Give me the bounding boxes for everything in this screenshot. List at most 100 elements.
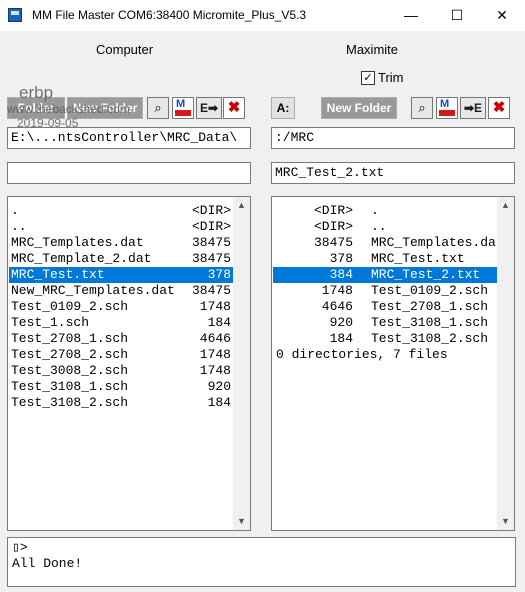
left-search-button[interactable]: ⌕	[147, 97, 169, 119]
file-name: ..	[11, 219, 27, 234]
magnifier-icon: ⌕	[154, 100, 162, 115]
title-bar: MM File Master COM6:38400 Micromite_Plus…	[0, 0, 525, 31]
file-name: MRC_Templates.dat	[11, 235, 144, 250]
right-file-row[interactable]: Test_2708_1.sch 4646	[273, 299, 497, 315]
file-name: Test_1.sch	[11, 315, 90, 330]
close-button[interactable]: ✕	[479, 0, 525, 31]
right-path-field[interactable]: :/MRC	[271, 127, 515, 149]
left-file-row[interactable]: Test_2708_2.sch 1748	[9, 347, 233, 363]
right-transfer-button[interactable]: ➡E	[460, 97, 486, 119]
file-name: Test_3108_1.sch	[11, 379, 129, 394]
left-transfer-button[interactable]: E➡	[196, 97, 222, 119]
left-file-row[interactable]: MRC_Templates.dat 38475	[9, 235, 233, 251]
right-file-row[interactable]: MRC_Test_2.txt 384	[273, 267, 497, 283]
file-name: MRC_Template_2.dat	[11, 251, 152, 266]
left-file-row[interactable]: MRC_Test.txt 378	[9, 267, 233, 283]
file-name: MRC_Test_2.txt	[371, 267, 481, 282]
transfer-arrow-icon: E➡	[199, 101, 219, 115]
left-file-row[interactable]: New_MRC_Templates.dat 38475	[9, 283, 233, 299]
maximite-file-list[interactable]: . <DIR>.. <DIR> MRC_Templates.dat 38475 MRC_T…	[271, 196, 515, 531]
watermark-date: 2019-09-05	[17, 116, 79, 130]
right-delete-button[interactable]: ✖	[488, 97, 510, 119]
file-size: 184	[207, 395, 231, 410]
trim-label: Trim	[378, 70, 404, 85]
file-name: .	[11, 203, 19, 218]
computer-file-list[interactable]: . <DIR>.. <DIR> MRC_Templates.dat 38475 MRC_T…	[7, 196, 251, 531]
left-file-row[interactable]: MRC_Template_2.dat 38475	[9, 251, 233, 267]
file-size: 378	[207, 267, 231, 282]
mm-icon: M	[176, 98, 186, 110]
file-size: 920	[329, 315, 353, 330]
left-file-row[interactable]: Test_3008_2.sch 1748	[9, 363, 233, 379]
left-file-row[interactable]: .. <DIR>	[9, 219, 233, 235]
transfer-arrow-icon: ➡E	[463, 101, 483, 115]
right-scrollbar[interactable]: ▲ ▼	[497, 197, 514, 530]
left-file-row[interactable]: . <DIR>	[9, 203, 233, 219]
file-size: 38475	[313, 235, 353, 250]
delete-x-icon: ✖	[492, 99, 506, 116]
right-file-row[interactable]: Test_3108_1.sch 920	[273, 315, 497, 331]
file-size: <DIR>	[313, 219, 353, 234]
left-path-field[interactable]: E:\...ntsController\MRC_Data\	[7, 127, 251, 149]
right-file-row[interactable]: MRC_Templates.dat 38475	[273, 235, 504, 251]
left-filename-field[interactable]	[7, 162, 251, 184]
console-message: All Done!	[12, 556, 83, 571]
scroll-down-icon[interactable]: ▼	[497, 513, 514, 530]
console-output[interactable]: ▯> All Done!	[7, 537, 516, 587]
right-filename-field[interactable]: MRC_Test_2.txt	[271, 162, 515, 184]
scroll-down-icon[interactable]: ▼	[233, 513, 250, 530]
file-name: Test_2708_1.sch	[11, 331, 129, 346]
maximize-button[interactable]: ☐	[434, 0, 480, 31]
file-size: 38475	[191, 251, 231, 266]
minimize-button[interactable]: —	[388, 0, 434, 31]
file-name: Test_3108_1.sch	[371, 315, 489, 330]
file-size: 1748	[199, 347, 231, 362]
file-size: <DIR>	[191, 219, 231, 234]
right-file-row[interactable]: MRC_Test.txt 378	[273, 251, 497, 267]
right-file-row[interactable]: .. <DIR>	[273, 219, 497, 235]
file-name: MRC_Test.txt	[11, 267, 105, 282]
left-file-row[interactable]: Test_2708_1.sch 4646	[9, 331, 233, 347]
file-size: 384	[329, 267, 353, 282]
file-size: 4646	[199, 331, 231, 346]
right-new-folder-button[interactable]: New Folder	[321, 97, 397, 119]
left-mm-button[interactable]: M	[172, 97, 194, 119]
file-size: <DIR>	[313, 203, 353, 218]
magnifier-icon: ⌕	[418, 100, 426, 115]
file-summary: 0 directories, 7 files	[276, 347, 448, 362]
watermark-site: www.thebackshed.com	[7, 102, 130, 116]
left-file-row[interactable]: Test_0109_2.sch 1748	[9, 299, 233, 315]
right-mm-button[interactable]: M	[436, 97, 458, 119]
file-size: 184	[207, 315, 231, 330]
scroll-up-icon[interactable]: ▲	[497, 197, 514, 214]
right-file-row[interactable]: Test_3108_2.sch 184	[273, 331, 497, 347]
file-name: Test_2708_2.sch	[11, 347, 129, 362]
right-file-row[interactable]: . <DIR>	[273, 203, 497, 219]
file-size: 920	[207, 379, 231, 394]
file-size: 378	[329, 251, 353, 266]
right-file-row[interactable]: Test_0109_2.sch 1748	[273, 283, 497, 299]
file-size: 38475	[191, 235, 231, 250]
file-size: <DIR>	[191, 203, 231, 218]
right-search-button[interactable]: ⌕	[411, 97, 433, 119]
mm-icon: M	[440, 98, 450, 110]
file-size: 38475	[191, 283, 231, 298]
file-size: 1748	[199, 363, 231, 378]
maximite-label: Maximite	[346, 42, 399, 57]
scroll-up-icon[interactable]: ▲	[233, 197, 250, 214]
file-name: Test_3108_2.sch	[11, 395, 129, 410]
left-file-row[interactable]: Test_3108_1.sch 920	[9, 379, 233, 395]
left-scrollbar[interactable]: ▲ ▼	[233, 197, 250, 530]
file-size: 1748	[321, 283, 353, 298]
file-name: ..	[371, 219, 387, 234]
left-file-row[interactable]: Test_3108_2.sch 184	[9, 395, 233, 411]
file-size: 4646	[321, 299, 353, 314]
mm-bar-icon	[439, 110, 455, 116]
file-name: Test_3108_2.sch	[371, 331, 489, 346]
left-delete-button[interactable]: ✖	[223, 97, 245, 119]
window-title: MM File Master COM6:38400 Micromite_Plus…	[32, 8, 307, 22]
left-file-row[interactable]: Test_1.sch 184	[9, 315, 233, 331]
drive-a-button[interactable]: A:	[271, 97, 295, 119]
trim-checkbox-box[interactable]: ✓	[361, 71, 375, 85]
app-icon	[8, 8, 22, 22]
